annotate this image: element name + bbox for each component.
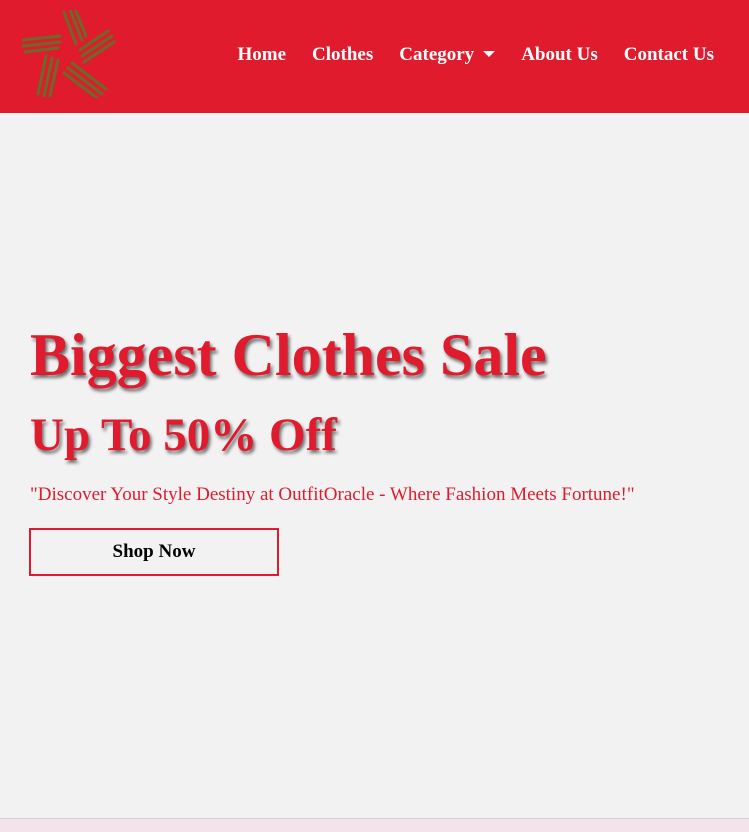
star-hangers-logo-icon bbox=[21, 8, 116, 100]
nav-home-link[interactable]: Home bbox=[237, 44, 286, 66]
nav-category-label: Category bbox=[399, 44, 475, 65]
hero-subheadline: Up To 50% Off bbox=[30, 409, 337, 461]
nav-about-link[interactable]: About Us bbox=[521, 44, 598, 66]
hero-headline: Biggest Clothes Sale bbox=[30, 322, 547, 388]
main-nav: Home Clothes Category About Us Contact U… bbox=[211, 0, 749, 110]
nav-contact-label: Contact Us bbox=[623, 44, 714, 65]
nav-contact-link[interactable]: Contact Us bbox=[624, 44, 714, 66]
caret-down-icon bbox=[483, 51, 496, 57]
hero-section: Biggest Clothes Sale Up To 50% Off "Disc… bbox=[0, 113, 749, 818]
nav-home-label: Home bbox=[237, 44, 287, 65]
page-bottom-edge bbox=[0, 818, 749, 832]
nav-clothes-label: Clothes bbox=[312, 44, 374, 65]
navbar: Home Clothes Category About Us Contact U… bbox=[0, 0, 749, 113]
hero-tagline: "Discover Your Style Destiny at OutfitOr… bbox=[30, 484, 635, 505]
nav-clothes-link[interactable]: Clothes bbox=[312, 44, 373, 66]
brand-logo[interactable] bbox=[20, 8, 116, 100]
shop-now-button[interactable]: Shop Now bbox=[29, 528, 279, 576]
nav-about-label: About Us bbox=[521, 44, 598, 65]
nav-category-dropdown[interactable]: Category bbox=[399, 44, 496, 66]
